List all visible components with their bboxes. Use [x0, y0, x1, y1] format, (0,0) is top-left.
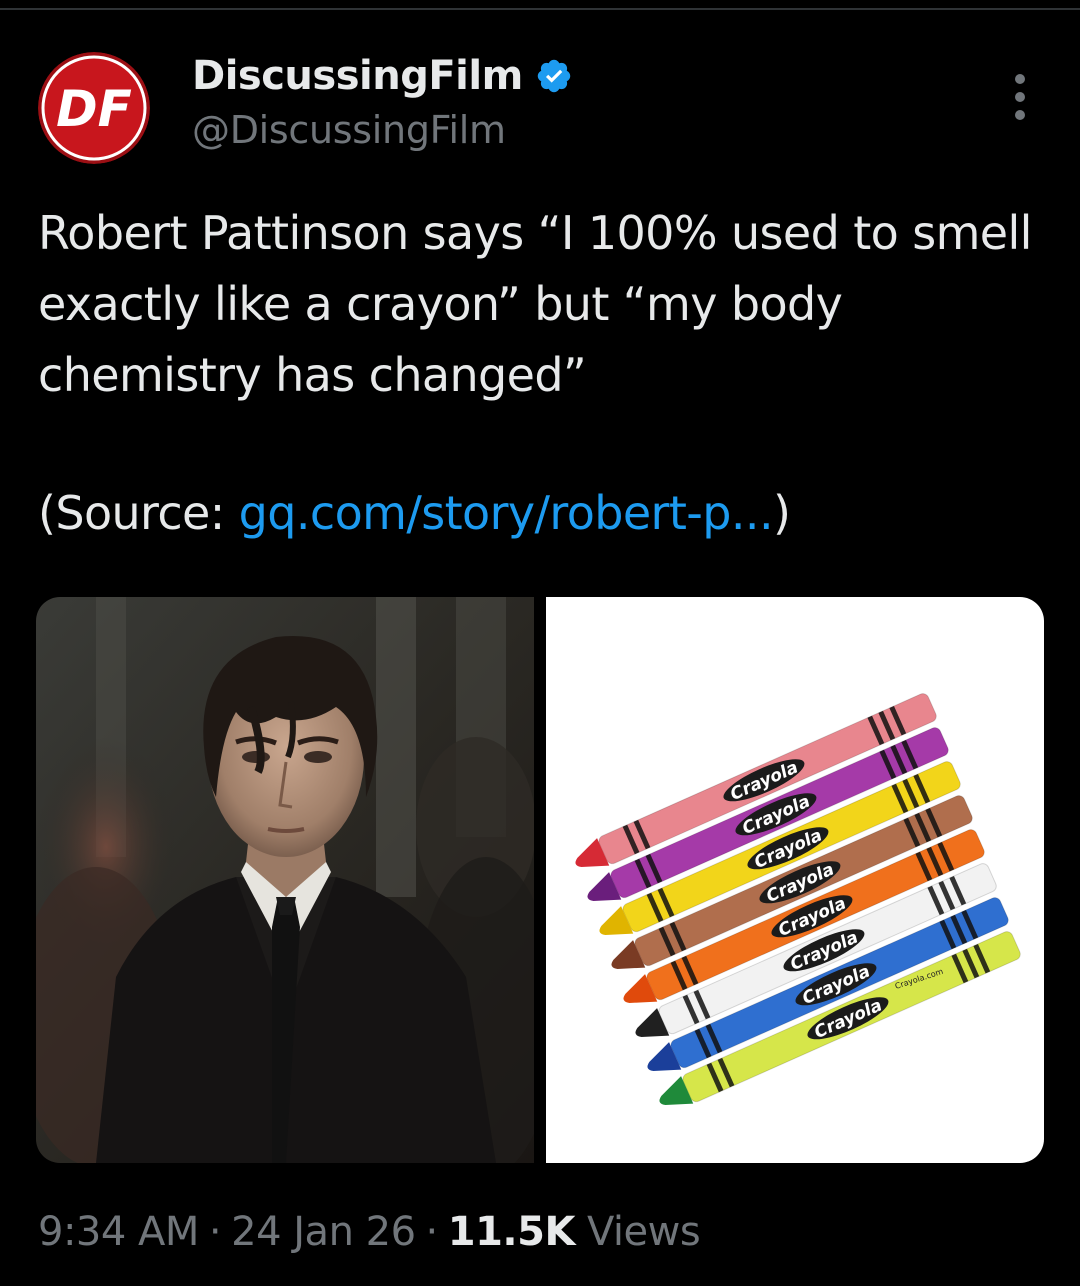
author-name-row[interactable]: DiscussingFilm	[192, 52, 573, 100]
more-options-icon-dot	[1015, 92, 1025, 102]
crayola-crayons-photo[interactable]: Crayola Crayola Crayola Crayola Crayola Crayo…	[546, 597, 1044, 1163]
source-prefix: (Source:	[38, 486, 239, 540]
tweet-header: DF DiscussingFilm @DiscussingFilm	[0, 0, 1080, 180]
photo-illustration	[36, 597, 534, 1163]
tweet-date[interactable]: 24 Jan 26	[231, 1209, 416, 1255]
source-link[interactable]: gq.com/story/robert-p...	[239, 486, 774, 540]
verified-badge-icon	[537, 59, 571, 93]
tweet-time[interactable]: 9:34 AM	[38, 1209, 199, 1255]
meta-separator: ·	[425, 1209, 439, 1255]
man-in-dark-suit-photo[interactable]	[36, 597, 534, 1163]
media-grid: Crayola Crayola Crayola Crayola Crayola Crayo…	[36, 597, 1044, 1163]
more-options-button[interactable]	[998, 70, 1042, 124]
avatar[interactable]: DF	[38, 52, 150, 164]
author-name[interactable]: DiscussingFilm	[192, 53, 523, 99]
views-label: Views	[586, 1209, 701, 1255]
more-options-icon-dot	[1015, 110, 1025, 120]
tweet-meta: 9:34 AM · 24 Jan 26 · 11.5K Views	[38, 1206, 701, 1258]
tweet-text: Robert Pattinson says “I 100% used to sm…	[38, 206, 1032, 402]
logo-text: DF	[56, 80, 132, 138]
views-count: 11.5K	[447, 1209, 576, 1255]
crayons-illustration: CrayolaCrayolaCrayolaCrayolaCrayolaCrayo…	[575, 693, 1021, 1106]
more-options-icon	[1015, 74, 1025, 84]
df-logo-icon: DF	[38, 52, 150, 164]
source-suffix: )	[772, 486, 791, 540]
source-line: (Source: gq.com/story/robert-p...)	[38, 478, 791, 549]
author-handle[interactable]: @DiscussingFilm	[192, 108, 506, 152]
meta-separator: ·	[208, 1209, 222, 1255]
